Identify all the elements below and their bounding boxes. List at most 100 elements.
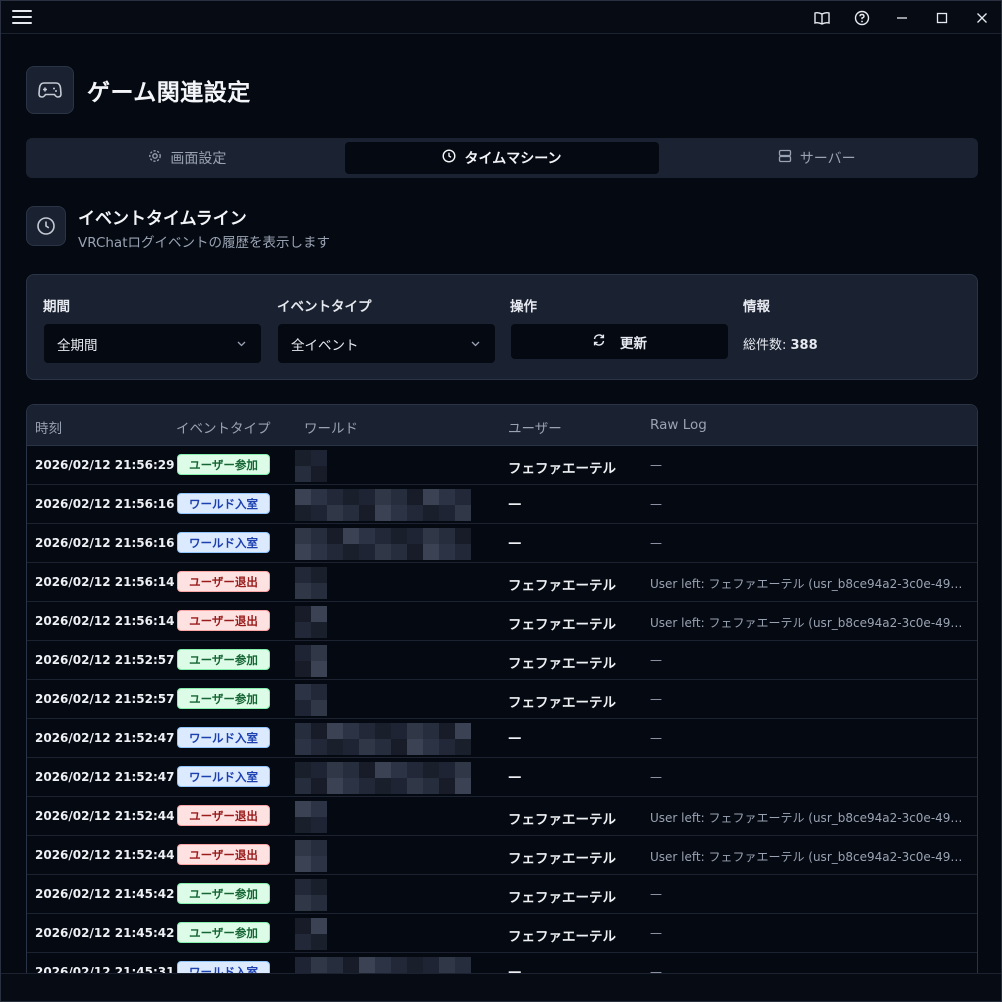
hamburger-menu-icon[interactable] — [12, 10, 32, 26]
table-row[interactable]: 2026/02/12 21:56:29 ユーザー参加 フェファエーテル — — [27, 446, 977, 485]
column-header-raw-log[interactable]: Raw Log — [650, 417, 707, 433]
table-row[interactable]: 2026/02/12 21:52:47 ワールド入室 — — — [27, 758, 977, 797]
cell-user: — — [508, 769, 522, 785]
clock-icon — [442, 149, 456, 167]
cell-user: フェファエーテル — [508, 929, 616, 945]
cell-user: フェファエーテル — [508, 695, 616, 711]
cell-user: フェファエーテル — [508, 812, 616, 828]
tab-label: サーバー — [799, 151, 856, 167]
tab-server[interactable]: サーバー — [659, 142, 974, 174]
event-type-badge: ワールド入室 — [177, 727, 270, 748]
cell-time: 2026/02/12 21:52:47 — [35, 731, 175, 745]
app-window: ゲーム関連設定 画面設定 タイムマシーン サーバー イベントタイムライン VRC… — [0, 0, 1002, 1002]
event-type-badge: ワールド入室 — [177, 766, 270, 787]
table-row[interactable]: 2026/02/12 21:52:57 ユーザー参加 フェファエーテル — — [27, 680, 977, 719]
column-header-event-type[interactable]: イベントタイプ — [176, 417, 271, 437]
event-type-badge: ユーザー参加 — [177, 883, 270, 904]
maximize-icon[interactable] — [930, 7, 954, 29]
table-row[interactable]: 2026/02/12 21:56:16 ワールド入室 — — — [27, 524, 977, 563]
table-row[interactable]: 2026/02/12 21:52:44 ユーザー退出 フェファエーテル User le… — [27, 797, 977, 836]
world-cell-redacted — [295, 758, 497, 797]
cell-user: フェファエーテル — [508, 461, 616, 477]
cell-time: 2026/02/12 21:52:57 — [35, 653, 175, 667]
gamepad-icon — [26, 66, 74, 114]
cell-time: 2026/02/12 21:52:44 — [35, 809, 175, 823]
clock-icon — [26, 206, 66, 246]
refresh-button[interactable]: 更新 — [511, 324, 728, 359]
event-type-badge: ユーザー退出 — [177, 805, 270, 826]
section-title: イベントタイムライン — [78, 209, 247, 229]
cell-user: フェファエーテル — [508, 656, 616, 672]
cell-raw-log: — — [650, 497, 662, 511]
period-select[interactable]: 全期間 — [44, 324, 261, 363]
cell-user: — — [508, 535, 522, 551]
cell-time: 2026/02/12 21:56:29 — [35, 458, 175, 472]
column-header-user[interactable]: ユーザー — [508, 417, 562, 437]
table-row[interactable]: 2026/02/12 21:52:57 ユーザー参加 フェファエーテル — — [27, 641, 977, 680]
cell-raw-log: — — [650, 692, 662, 706]
cell-raw-log: User left: フェファエーテル (usr_b8ce94a2-3c0e-4… — [650, 616, 970, 630]
event-type-badge: ユーザー退出 — [177, 571, 270, 592]
event-type-label: イベントタイプ — [277, 299, 372, 315]
refresh-icon — [592, 333, 606, 351]
cell-raw-log: User left: フェファエーテル (usr_b8ce94a2-3c0e-4… — [650, 850, 970, 864]
table-row[interactable]: 2026/02/12 21:56:16 ワールド入室 — — — [27, 485, 977, 524]
world-cell-redacted — [295, 524, 497, 563]
event-type-badge: ユーザー参加 — [177, 688, 270, 709]
help-icon[interactable] — [850, 7, 874, 29]
column-header-time[interactable]: 時刻 — [35, 417, 62, 437]
event-type-badge: ユーザー参加 — [177, 649, 270, 670]
cell-user: — — [508, 496, 522, 512]
page-title: ゲーム関連設定 — [87, 80, 251, 106]
world-cell-redacted — [295, 641, 497, 680]
world-cell-redacted — [295, 563, 497, 602]
cell-raw-log: — — [650, 926, 662, 940]
event-type-badge: ワールド入室 — [177, 493, 270, 514]
world-cell-redacted — [295, 719, 497, 758]
tab-bar: 画面設定 タイムマシーン サーバー — [26, 138, 978, 178]
tab-time-machine[interactable]: タイムマシーン — [344, 142, 660, 174]
tab-label: タイムマシーン — [464, 151, 562, 167]
close-icon[interactable] — [970, 7, 994, 29]
world-cell-redacted — [295, 836, 497, 875]
tab-label: 画面設定 — [170, 151, 227, 167]
world-cell-redacted — [295, 914, 497, 953]
cell-time: 2026/02/12 21:56:16 — [35, 536, 175, 550]
table-row[interactable]: 2026/02/12 21:45:42 ユーザー参加 フェファエーテル — — [27, 914, 977, 953]
refresh-label: 更新 — [620, 335, 647, 352]
table-row[interactable]: 2026/02/12 21:56:14 ユーザー退出 フェファエーテル User le… — [27, 563, 977, 602]
event-type-badge: ユーザー退出 — [177, 844, 270, 865]
table-row[interactable]: 2026/02/12 21:52:47 ワールド入室 — — — [27, 719, 977, 758]
world-cell-redacted — [295, 797, 497, 836]
cell-time: 2026/02/12 21:45:42 — [35, 887, 175, 901]
cell-user: フェファエーテル — [508, 851, 616, 867]
cell-time: 2026/02/12 21:52:47 — [35, 770, 175, 784]
table-row[interactable]: 2026/02/12 21:45:42 ユーザー参加 フェファエーテル — — [27, 875, 977, 914]
cell-raw-log: User left: フェファエーテル (usr_b8ce94a2-3c0e-4… — [650, 811, 970, 825]
server-icon — [778, 149, 792, 167]
table-header: 時刻 イベントタイプ ワールド ユーザー Raw Log — [27, 405, 977, 446]
cell-time: 2026/02/12 21:56:14 — [35, 614, 175, 628]
total-count: 総件数: 388 — [743, 338, 818, 353]
book-icon[interactable] — [810, 7, 834, 29]
table-row[interactable]: 2026/02/12 21:56:14 ユーザー退出 フェファエーテル User le… — [27, 602, 977, 641]
status-bar — [1, 973, 1001, 1001]
world-cell-redacted — [295, 680, 497, 719]
column-header-world[interactable]: ワールド — [304, 417, 358, 437]
cell-user: フェファエーテル — [508, 617, 616, 633]
world-cell-redacted — [295, 875, 497, 914]
cell-raw-log: — — [650, 653, 662, 667]
chevron-down-icon — [470, 337, 481, 353]
cell-raw-log: User left: フェファエーテル (usr_b8ce94a2-3c0e-4… — [650, 577, 970, 591]
chevron-down-icon — [236, 337, 247, 353]
cell-time: 2026/02/12 21:52:57 — [35, 692, 175, 706]
tab-display-settings[interactable]: 画面設定 — [30, 142, 345, 174]
minimize-icon[interactable] — [890, 7, 914, 29]
cell-user: フェファエーテル — [508, 578, 616, 594]
event-type-select[interactable]: 全イベント — [278, 324, 495, 363]
period-label: 期間 — [43, 299, 70, 315]
table-row[interactable]: 2026/02/12 21:52:44 ユーザー退出 フェファエーテル User le… — [27, 836, 977, 875]
world-cell-redacted — [295, 485, 497, 524]
action-label: 操作 — [510, 299, 537, 315]
page-header: ゲーム関連設定 — [26, 66, 251, 114]
